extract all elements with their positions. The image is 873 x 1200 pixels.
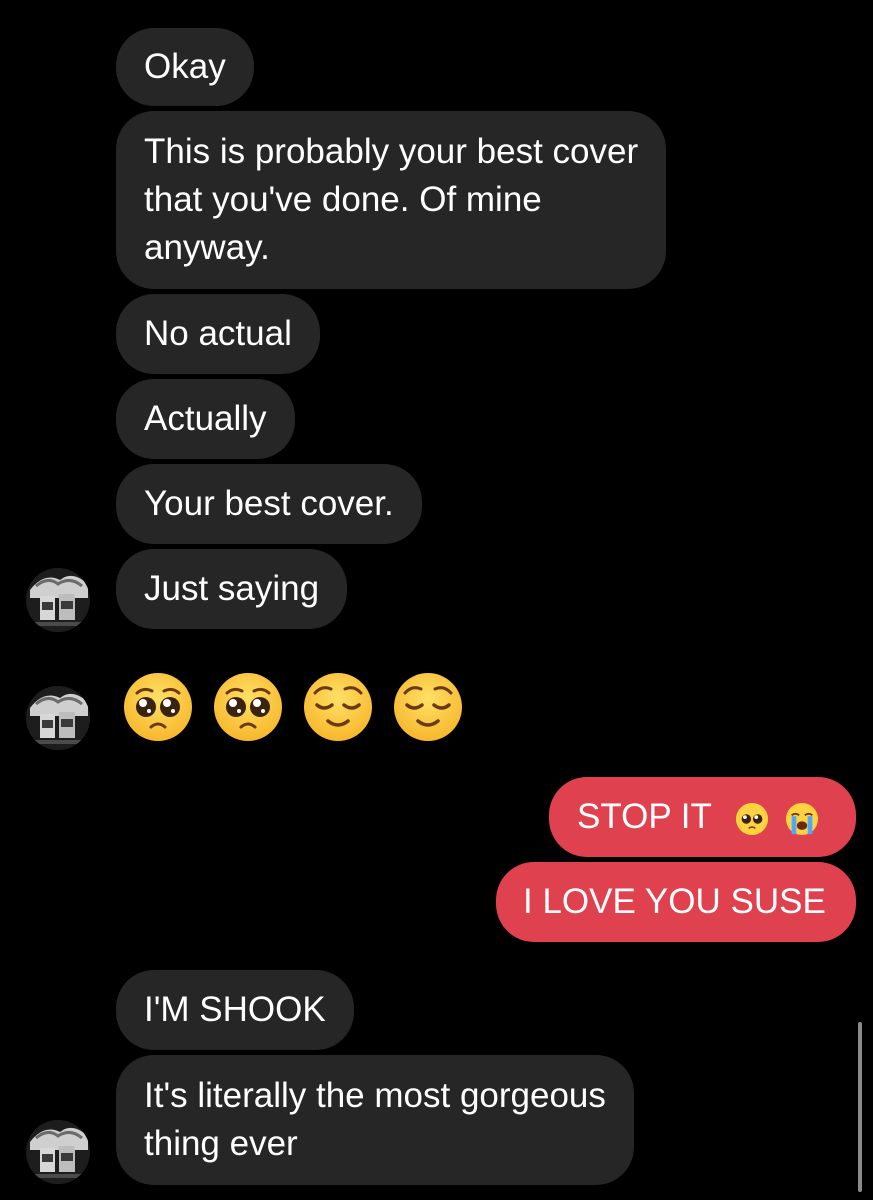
message-text: anyway. bbox=[144, 228, 270, 267]
received-message[interactable]: No actual bbox=[116, 294, 320, 374]
message-text: I LOVE YOU SUSE bbox=[523, 882, 826, 921]
received-message[interactable]: I'M SHOOK bbox=[116, 970, 354, 1050]
message-text: No actual bbox=[144, 314, 292, 353]
received-message[interactable]: It's literally the most gorgeous thing e… bbox=[116, 1055, 634, 1185]
avatar-image bbox=[26, 568, 90, 632]
sent-message[interactable]: I LOVE YOU SUSE bbox=[496, 862, 856, 942]
received-message[interactable]: Okay bbox=[116, 28, 254, 106]
sender-avatar[interactable] bbox=[26, 686, 90, 750]
message-text: Your best cover. bbox=[144, 484, 394, 523]
message-text: Just saying bbox=[144, 569, 320, 608]
relieved-face-icon bbox=[394, 673, 462, 741]
pleading-face-icon bbox=[124, 673, 192, 741]
pleading-face-icon bbox=[735, 802, 769, 835]
sender-avatar[interactable] bbox=[26, 1120, 90, 1184]
message-text: I'M SHOOK bbox=[144, 990, 326, 1029]
sent-message[interactable]: STOP IT bbox=[549, 777, 856, 857]
message-text: STOP IT bbox=[577, 797, 712, 836]
scrollbar[interactable] bbox=[858, 1022, 862, 1192]
message-text: It's literally the most gorgeous bbox=[144, 1076, 606, 1115]
relieved-face-icon bbox=[304, 673, 372, 741]
received-message[interactable]: Actually bbox=[116, 379, 295, 459]
avatar-image bbox=[26, 1120, 90, 1184]
message-text: thing ever bbox=[144, 1124, 298, 1163]
chat-thread[interactable]: Okay This is probably your best cover th… bbox=[0, 0, 873, 1200]
received-message[interactable]: Just saying bbox=[116, 549, 348, 629]
message-text: Okay bbox=[144, 47, 226, 86]
avatar-image bbox=[26, 686, 90, 750]
received-message[interactable]: Your best cover. bbox=[116, 464, 422, 544]
pleading-face-icon bbox=[214, 673, 282, 741]
message-text: This is probably your best cover bbox=[144, 132, 639, 171]
loudly-crying-face-icon bbox=[785, 802, 818, 835]
message-text: that you've done. Of mine bbox=[144, 180, 542, 219]
sender-avatar[interactable] bbox=[26, 568, 90, 632]
received-message[interactable]: This is probably your best cover that yo… bbox=[116, 111, 667, 289]
message-text: Actually bbox=[144, 399, 267, 438]
